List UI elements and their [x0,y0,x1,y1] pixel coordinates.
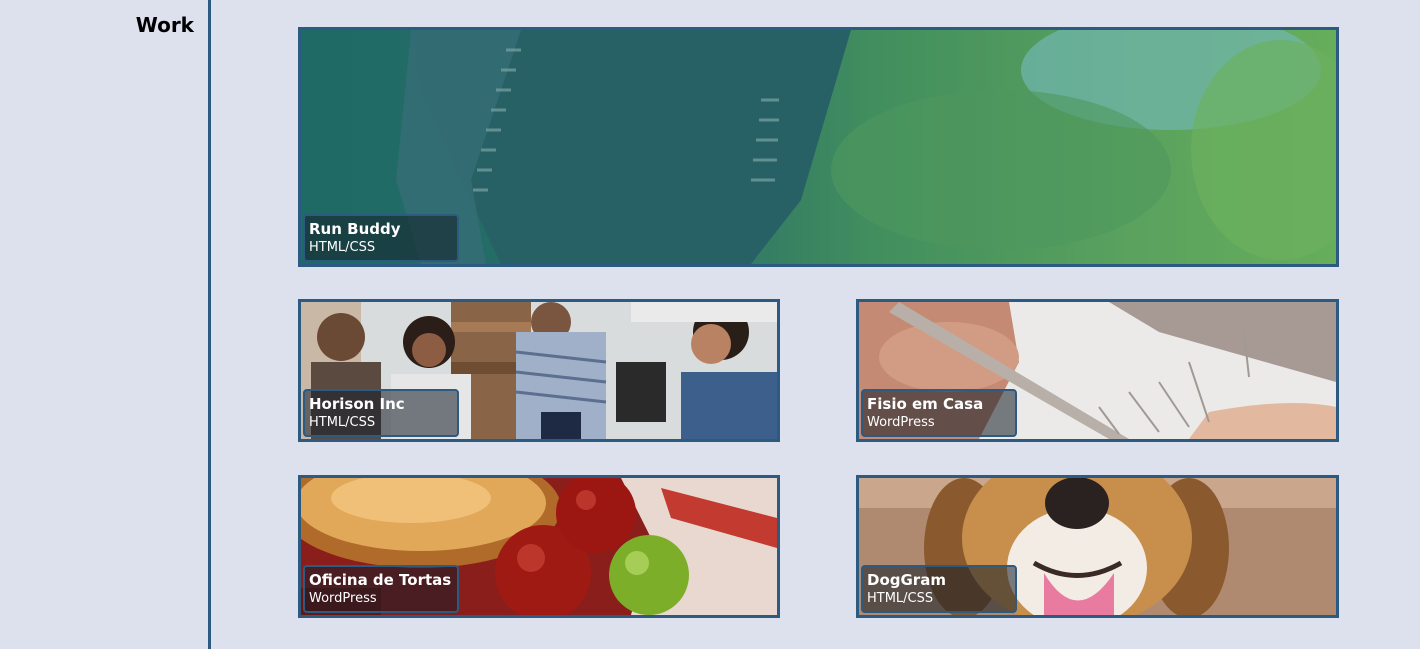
work-section: Work Run Buddy HTML/CSS Horison Inc HTML… [0,0,1420,649]
project-label: Run Buddy HTML/CSS [303,214,459,262]
project-name: Oficina de Tortas [309,571,452,589]
project-tech: HTML/CSS [867,591,934,606]
project-card-horison-inc[interactable]: Horison Inc HTML/CSS [298,299,780,442]
project-tech: WordPress [309,591,377,606]
project-tech: HTML/CSS [309,240,376,255]
project-name: DogGram [867,571,946,589]
project-card-fisio-em-casa[interactable]: Fisio em Casa WordPress [856,299,1339,442]
project-name: Run Buddy [309,220,401,238]
project-name: Horison Inc [309,395,405,413]
section-divider [208,0,211,649]
project-tech: HTML/CSS [309,415,376,430]
project-label: Oficina de Tortas WordPress [303,565,459,613]
project-card-run-buddy[interactable]: Run Buddy HTML/CSS [298,27,1339,267]
project-label: DogGram HTML/CSS [861,565,1017,613]
project-label: Horison Inc HTML/CSS [303,389,459,437]
project-name: Fisio em Casa [867,395,984,413]
project-label: Fisio em Casa WordPress [861,389,1017,437]
project-card-oficina-de-tortas[interactable]: Oficina de Tortas WordPress [298,475,780,618]
project-tech: WordPress [867,415,935,430]
section-title: Work [135,13,194,37]
project-card-doggram[interactable]: DogGram HTML/CSS [856,475,1339,618]
